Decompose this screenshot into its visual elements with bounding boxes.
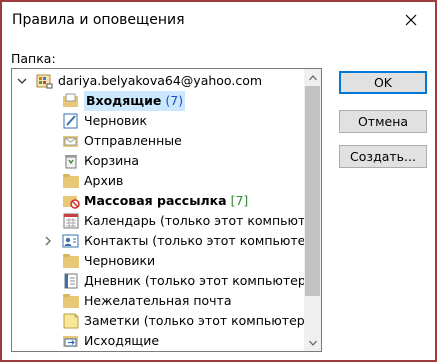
cancel-button[interactable]: Отмена	[339, 110, 427, 133]
tree-item-label: Исходящие	[84, 333, 160, 348]
folder-label: Папка:	[11, 51, 56, 66]
close-button[interactable]	[389, 2, 433, 38]
tree-item-label: Массовая рассылка	[84, 193, 227, 208]
tree-scrollbar[interactable]	[304, 69, 321, 351]
contacts-icon	[62, 233, 80, 249]
window-title: Правила и оповещения	[12, 12, 185, 28]
folder-icon	[62, 173, 80, 189]
create-folder-button[interactable]: Создать...	[339, 145, 427, 168]
tree-item-label: Дневник (только этот компьютер)	[84, 273, 311, 288]
tree-item-contacts[interactable]: Контакты (только этот компьютер)	[62, 231, 318, 251]
folder-icon	[62, 293, 80, 309]
tree-item-archive[interactable]: Архив	[62, 171, 123, 191]
tree-item-calendar[interactable]: Календарь (только этот компьютер)	[62, 211, 322, 231]
tree-item-trash[interactable]: Корзина	[62, 151, 139, 171]
scroll-up-arrow-icon[interactable]	[304, 69, 321, 86]
tree-item-label: Календарь (только этот компьютер)	[84, 213, 322, 228]
calendar-icon	[62, 213, 80, 229]
title-bar: Правила и оповещения	[2, 2, 435, 38]
tree-item-label: Черновики	[84, 253, 156, 268]
folder-icon	[62, 253, 80, 269]
scroll-down-arrow-icon[interactable]	[304, 334, 321, 351]
tree-item-label: Отправленные	[84, 133, 182, 148]
sent-icon	[62, 133, 80, 149]
item-count: [7]	[230, 193, 249, 208]
tree-item-label: Черновик	[84, 113, 148, 128]
journal-icon	[62, 273, 80, 289]
tree-item-label: Нежелательная почта	[84, 293, 232, 308]
contacts-expand-chevron-icon[interactable]	[42, 235, 54, 247]
close-icon	[405, 14, 417, 26]
folder-tree[interactable]: dariya.belyakova64@yahoo.com Входящие (7)…	[11, 68, 322, 352]
tree-item-label: Заметки (только этот компьютер)	[84, 313, 310, 328]
tree-item-notes[interactable]: Заметки (только этот компьютер)	[62, 311, 310, 331]
notes-icon	[62, 313, 80, 329]
junk-folder-icon	[62, 193, 80, 209]
tree-item-inbox[interactable]: Входящие (7)	[62, 91, 186, 111]
tree-item-drafts-folder[interactable]: Черновики	[62, 251, 155, 271]
outbox-icon	[62, 333, 80, 349]
tree-item-drafts[interactable]: Черновик	[62, 111, 147, 131]
tree-account[interactable]: dariya.belyakova64@yahoo.com	[36, 71, 262, 91]
ok-button[interactable]: OK	[339, 71, 427, 94]
tree-item-journal[interactable]: Дневник (только этот компьютер)	[62, 271, 311, 291]
trash-icon	[62, 153, 80, 169]
tree-item-label: Архив	[84, 173, 124, 188]
inbox-icon	[62, 93, 80, 109]
mailbox-icon	[36, 73, 54, 89]
account-name: dariya.belyakova64@yahoo.com	[58, 73, 263, 88]
tree-item-sent[interactable]: Отправленные	[62, 131, 182, 151]
scroll-thumb[interactable]	[305, 86, 320, 296]
unread-count: (7)	[165, 93, 184, 108]
rules-dialog: Правила и оповещения Папка: dariya.belya…	[0, 0, 437, 362]
account-collapse-chevron-icon[interactable]	[16, 75, 28, 87]
drafts-icon	[62, 113, 80, 129]
tree-item-junk-mail[interactable]: Нежелательная почта	[62, 291, 232, 311]
tree-item-label: Входящие	[86, 93, 162, 108]
tree-item-label: Корзина	[84, 153, 140, 168]
tree-item-label: Контакты (только этот компьютер)	[84, 233, 319, 248]
tree-item-outbox[interactable]: Исходящие	[62, 331, 159, 351]
tree-item-bulk-mail[interactable]: Массовая рассылка [7]	[62, 191, 248, 211]
